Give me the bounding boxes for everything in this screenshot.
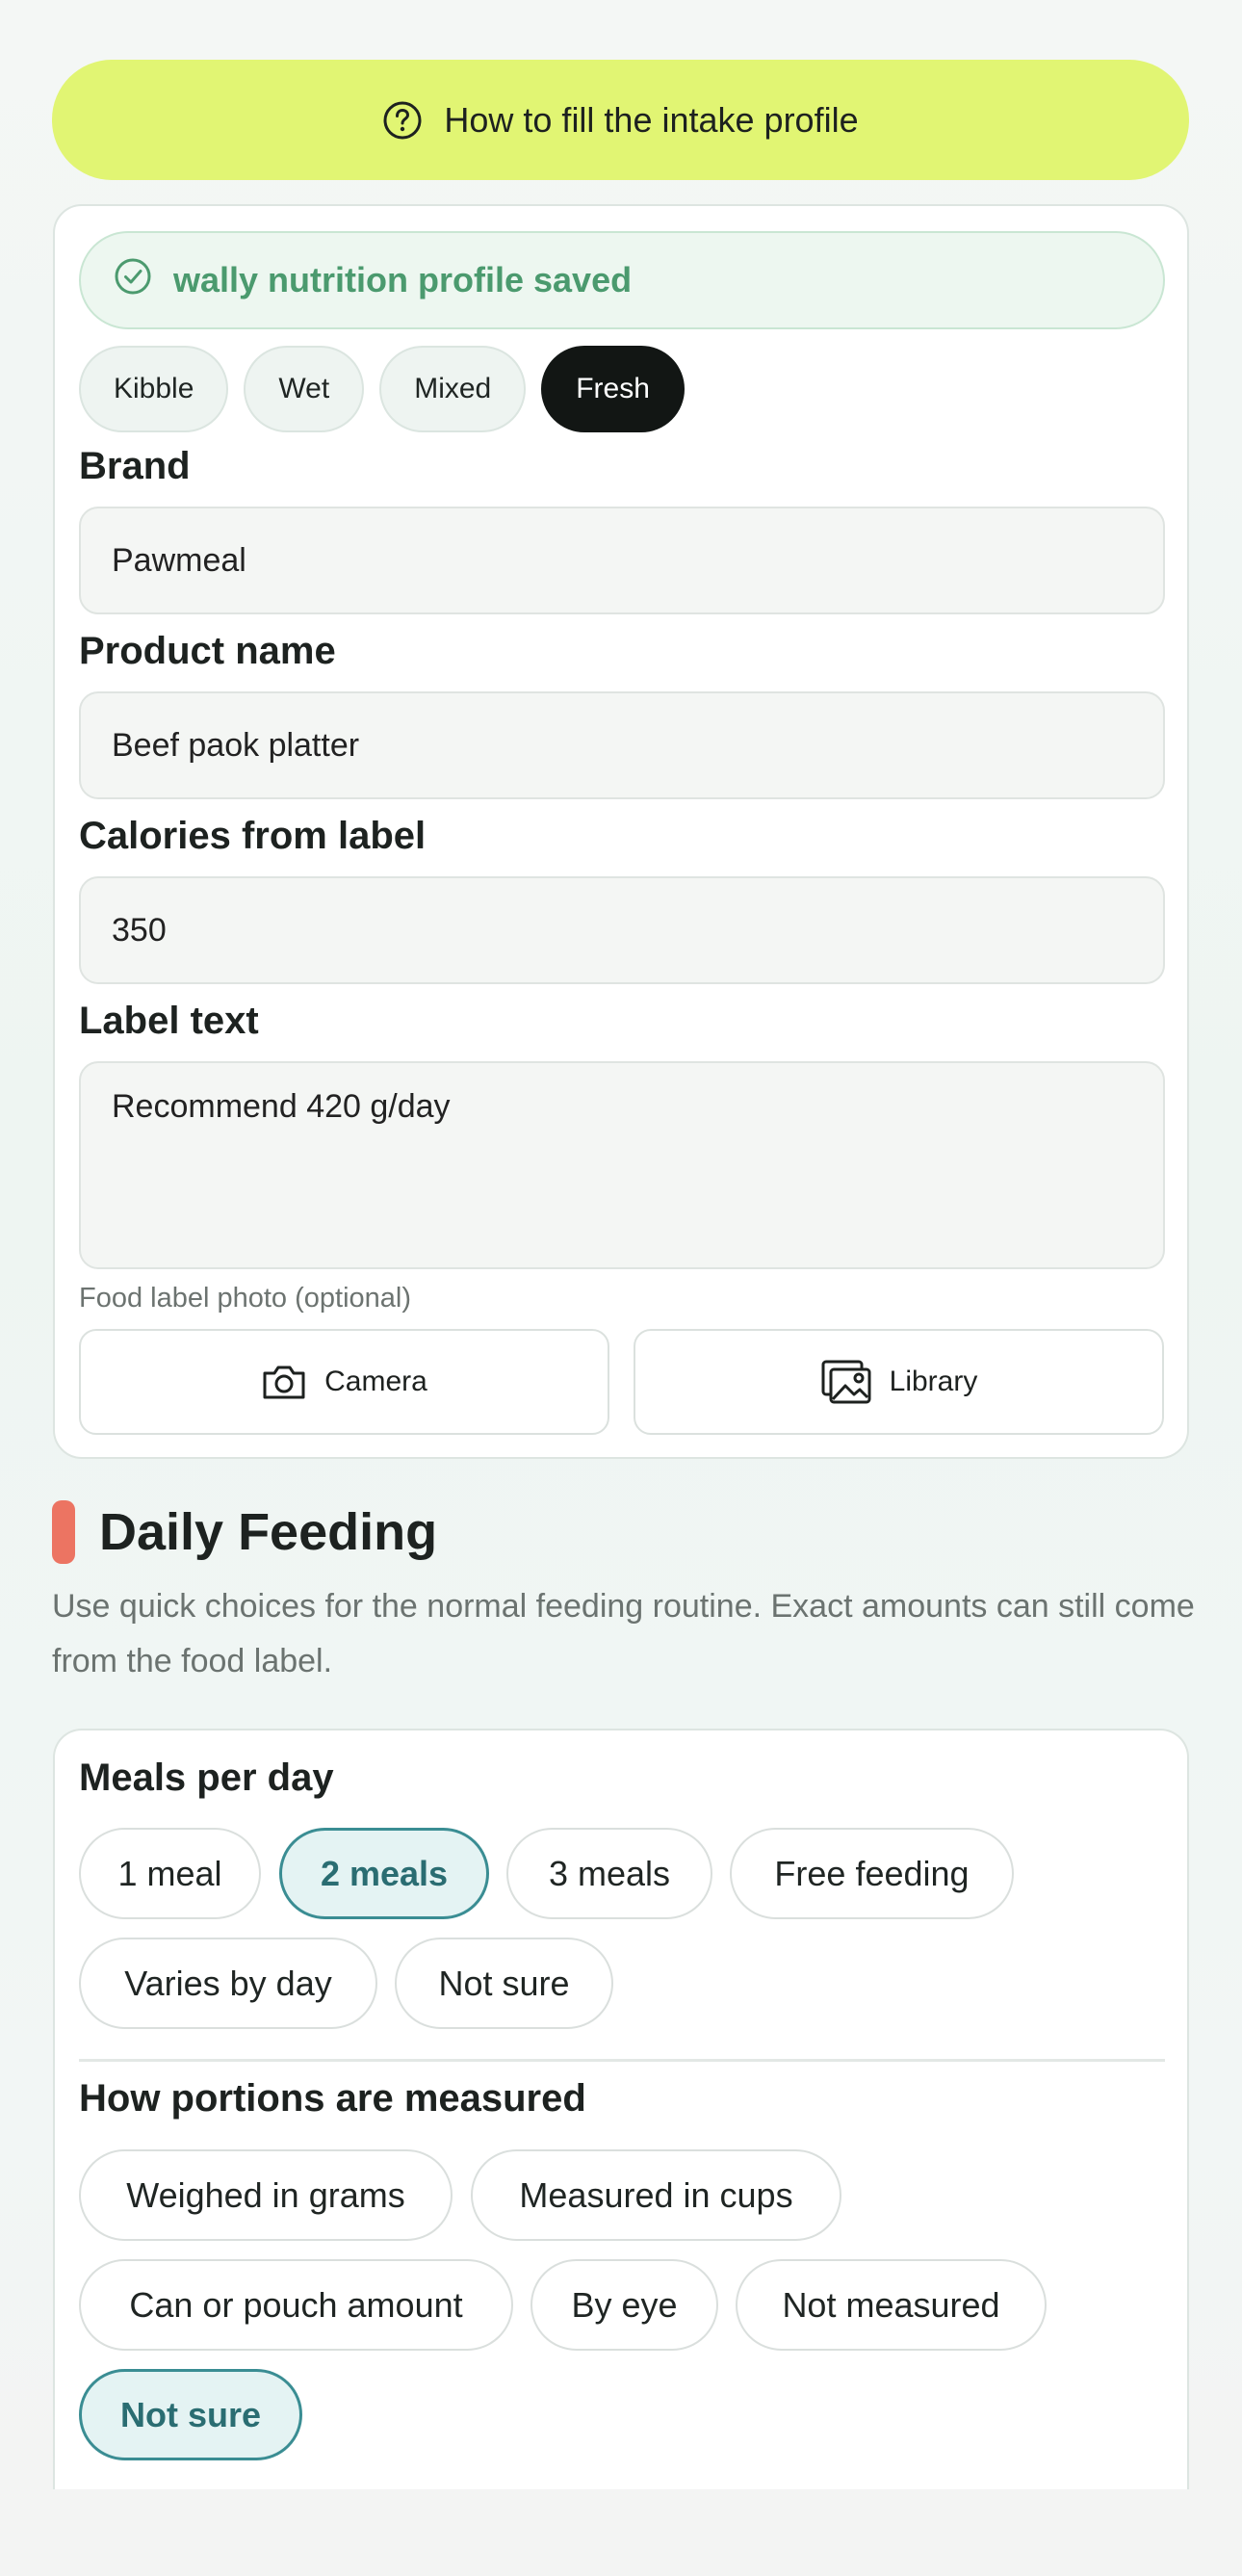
camera-label: Camera bbox=[324, 1366, 427, 1397]
brand-label: Brand bbox=[79, 445, 191, 487]
intake-help-label: How to fill the intake profile bbox=[444, 99, 859, 140]
food-profile-card: wally nutrition profile saved Kibble Wet… bbox=[53, 204, 1189, 1459]
bottom-band bbox=[0, 2477, 1242, 2576]
portion-measure-title: How portions are measured bbox=[79, 2077, 586, 2120]
calories-label: Calories from label bbox=[79, 815, 427, 857]
portion-option-not-sure[interactable]: Not sure bbox=[79, 2369, 302, 2460]
portion-option-by-eye[interactable]: By eye bbox=[530, 2259, 718, 2351]
portion-option-cups[interactable]: Measured in cups bbox=[471, 2149, 841, 2241]
product-name-input[interactable]: Beef paok platter bbox=[79, 691, 1165, 799]
label-text-input[interactable]: Recommend 420 g/day bbox=[79, 1061, 1165, 1269]
calories-input[interactable]: 350 bbox=[79, 876, 1165, 984]
intake-help-button[interactable]: How to fill the intake profile bbox=[52, 60, 1189, 180]
camera-icon bbox=[261, 1363, 307, 1401]
food-type-wet[interactable]: Wet bbox=[244, 346, 365, 432]
food-type-kibble[interactable]: Kibble bbox=[79, 346, 229, 432]
section-description: Use quick choices for the normal feeding… bbox=[52, 1588, 1195, 1679]
label-text-label: Label text bbox=[79, 1000, 259, 1042]
portion-option-grams[interactable]: Weighed in grams bbox=[79, 2149, 453, 2241]
meals-option-varies[interactable]: Varies by day bbox=[79, 1938, 377, 2029]
saved-banner: wally nutrition profile saved bbox=[79, 231, 1165, 329]
product-name-label: Product name bbox=[79, 630, 336, 672]
library-button[interactable]: Library bbox=[634, 1329, 1164, 1435]
meals-per-day-title: Meals per day bbox=[79, 1756, 334, 1799]
brand-input[interactable]: Pawmeal bbox=[79, 507, 1165, 614]
food-type-selector: Kibble Wet Mixed Fresh bbox=[79, 346, 685, 432]
section-accent-bar bbox=[52, 1500, 75, 1564]
meals-option-1[interactable]: 1 meal bbox=[79, 1828, 261, 1919]
portion-option-can-pouch[interactable]: Can or pouch amount bbox=[79, 2259, 513, 2351]
check-circle-icon bbox=[114, 257, 152, 304]
image-library-icon bbox=[820, 1359, 872, 1405]
library-label: Library bbox=[889, 1366, 978, 1397]
divider bbox=[79, 2059, 1165, 2062]
meals-option-2[interactable]: 2 meals bbox=[279, 1828, 489, 1919]
saved-message: wally nutrition profile saved bbox=[173, 260, 633, 299]
photo-caption: Food label photo (optional) bbox=[79, 1283, 412, 1314]
camera-button[interactable]: Camera bbox=[79, 1329, 609, 1435]
meals-option-free-feeding[interactable]: Free feeding bbox=[730, 1828, 1014, 1919]
question-circle-icon bbox=[382, 100, 423, 141]
section-title: Daily Feeding bbox=[99, 1503, 438, 1561]
portion-option-not-measured[interactable]: Not measured bbox=[736, 2259, 1047, 2351]
food-type-fresh[interactable]: Fresh bbox=[541, 346, 685, 432]
meals-option-3[interactable]: 3 meals bbox=[506, 1828, 712, 1919]
daily-feeding-card: Meals per day 1 meal 2 meals 3 meals Fre… bbox=[53, 1729, 1189, 2489]
meals-option-not-sure[interactable]: Not sure bbox=[395, 1938, 613, 2029]
food-type-mixed[interactable]: Mixed bbox=[379, 346, 527, 432]
